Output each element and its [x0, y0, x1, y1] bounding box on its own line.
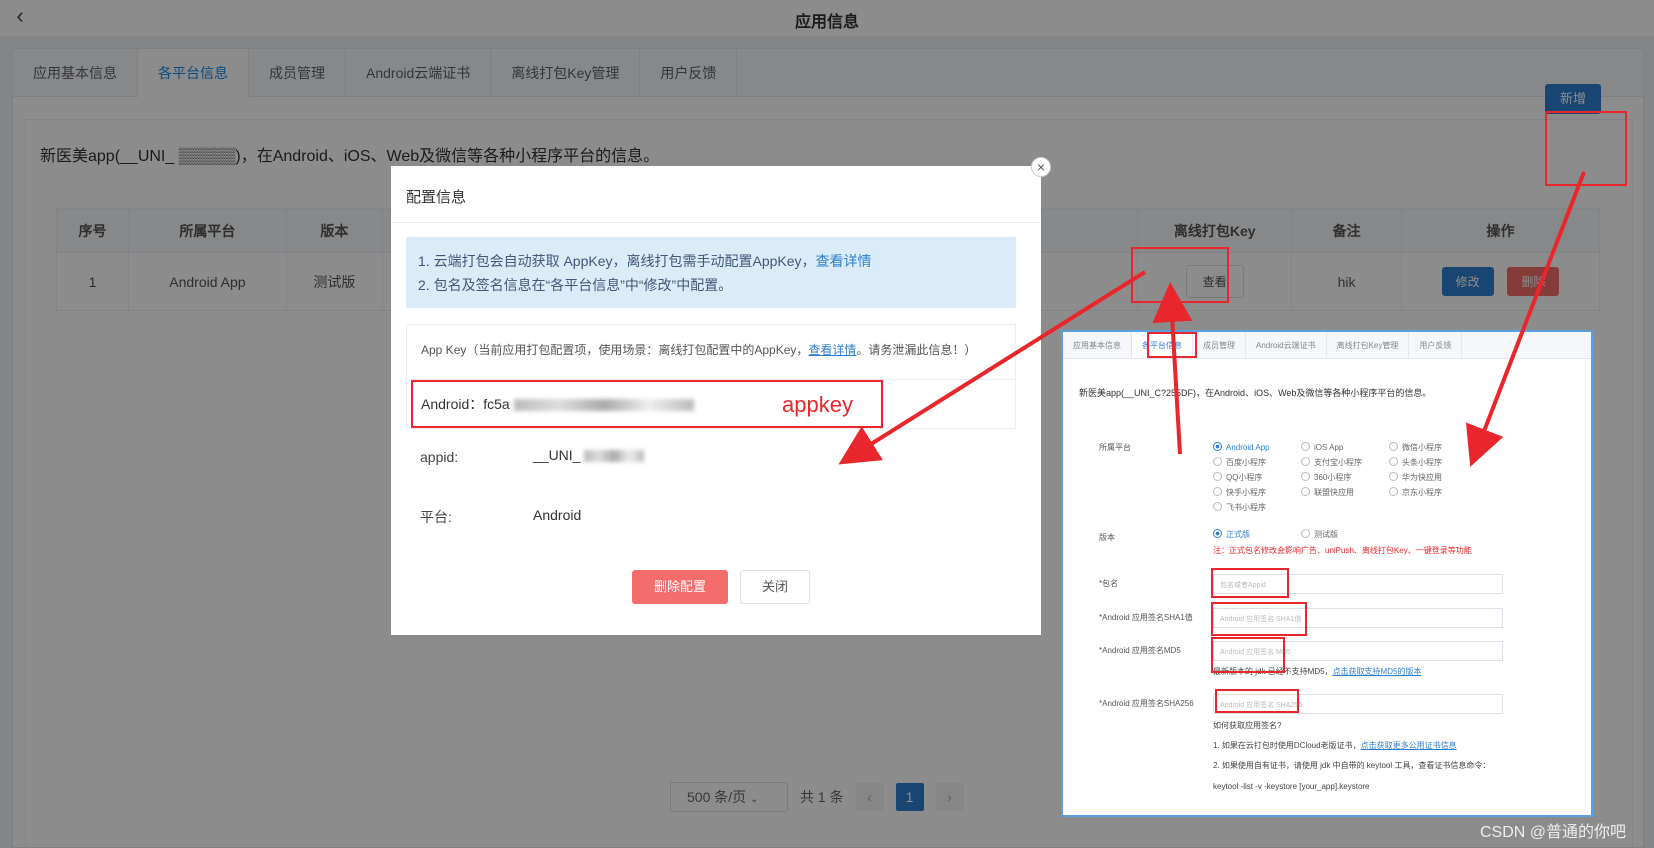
inset-md5-link: 点击获取支持MD5的版本	[1332, 667, 1422, 676]
inset-platform-option: 联盟快应用	[1301, 487, 1354, 498]
alert-detail-link[interactable]: 查看详情	[816, 253, 872, 269]
inset-how2: 2. 如果使用自有证书，请使用 jdk 中自带的 keytool 工具，查看证书…	[1213, 761, 1491, 770]
inset-tab: 成员管理	[1193, 332, 1246, 358]
close-button[interactable]: 关闭	[740, 570, 810, 604]
appid-value-row: __UNI_	[533, 447, 645, 463]
inset-sha1-label: *Android 应用签名SHA1值	[1099, 613, 1193, 622]
alert-line-1: 1. 云端打包会自动获取 AppKey，离线打包需手动配置AppKey，查看详情	[418, 249, 1004, 273]
inset-how3: keytool -list -v -keystore [your_app].ke…	[1213, 782, 1370, 791]
appkey-header: App Key（当前应用打包配置项，使用场景：离线打包配置中的AppKey，查看…	[407, 325, 1015, 374]
alert-line-2: 2. 包名及签名信息在“各平台信息”中“修改”中配置。	[418, 277, 733, 293]
appid-value: __UNI_	[533, 447, 581, 463]
inset-package-label: *包名	[1099, 579, 1119, 588]
inset-how1-row: 1. 如果在云打包时使用DCloud老版证书，点击获取更多公用证书信息	[1213, 740, 1457, 751]
inset-md5-label: *Android 应用签名MD5	[1099, 646, 1181, 655]
inset-platform-option: iOS App	[1301, 442, 1343, 452]
inset-platform-option: 头条小程序	[1389, 457, 1442, 468]
inset-how1: 1. 如果在云打包时使用DCloud老版证书，	[1213, 741, 1361, 750]
platform-value: Android	[533, 507, 582, 523]
inset-how-title: 如何获取应用签名?	[1213, 721, 1282, 730]
inset-platform-option: QQ小程序	[1213, 472, 1262, 483]
inset-platform-label: 所属平台	[1099, 443, 1131, 452]
inset-platform-option: 飞书小程序	[1213, 502, 1266, 513]
inset-highlight-sha1	[1211, 602, 1307, 636]
inset-tab: Android云端证书	[1246, 332, 1327, 358]
appkey-header-tail: 。请务泄漏此信息！）	[856, 343, 977, 357]
inset-platform-option: 快手小程序	[1213, 487, 1266, 498]
inset-platform-option: 京东小程序	[1389, 487, 1442, 498]
inset-platform-option: 微信小程序	[1389, 442, 1442, 453]
appid-label: appid:	[420, 449, 459, 465]
inset-how1-link: 点击获取更多公用证书信息	[1360, 741, 1457, 750]
appkey-detail-link[interactable]: 查看详情	[808, 343, 856, 357]
inset-description: 新医美app(__UNI_C?255DF)，在Android、iOS、Web及微…	[1079, 388, 1432, 398]
close-icon[interactable]: ×	[1031, 157, 1051, 177]
blurred-appid	[584, 450, 645, 463]
inset-version-option: 正式版	[1213, 529, 1250, 540]
appkey-annotation: appkey	[782, 392, 853, 417]
inset-tab: 用户反馈	[1409, 332, 1463, 358]
highlight-view-button	[1131, 247, 1229, 303]
inset-version-option: 测试版	[1301, 529, 1338, 540]
delete-config-button[interactable]: 删除配置	[632, 570, 728, 604]
inset-platform-option: 支付宝小程序	[1301, 457, 1362, 468]
info-alert: 1. 云端打包会自动获取 AppKey，离线打包需手动配置AppKey，查看详情…	[406, 237, 1016, 308]
inset-highlight-tab	[1147, 332, 1197, 358]
inset-tab: 应用基本信息	[1063, 332, 1132, 358]
inset-highlight-package	[1211, 568, 1289, 598]
watermark: CSDN @普通的你吧	[1480, 824, 1627, 841]
inset-version-label: 版本	[1099, 533, 1115, 542]
appkey-header-text: App Key（当前应用打包配置项，使用场景：离线打包配置中的AppKey，	[421, 343, 809, 357]
inset-platform-option: 360小程序	[1301, 472, 1351, 483]
inset-tab-bar: 应用基本信息 各平台信息 成员管理 Android云端证书 离线打包Key管理 …	[1063, 332, 1591, 359]
divider	[391, 222, 1041, 223]
inset-platform-option: Android App	[1213, 442, 1270, 452]
inset-platform-option: 百度小程序	[1213, 457, 1266, 468]
inset-version-note: 注：正式包名修改会影响广告、uniPush、离线打包Key、一键登录等功能	[1213, 546, 1472, 555]
inset-sha256-label: *Android 应用签名SHA256	[1099, 699, 1194, 708]
platform-label: 平台:	[420, 509, 452, 525]
inset-platform-option: 华为快应用	[1389, 472, 1442, 483]
alert-line-1-text: 1. 云端打包会自动获取 AppKey，离线打包需手动配置AppKey，	[418, 253, 816, 269]
highlight-add-button	[1545, 111, 1627, 186]
inset-highlight-sha256	[1215, 689, 1299, 713]
inset-tab: 离线打包Key管理	[1327, 332, 1410, 358]
inset-highlight-md5	[1211, 637, 1285, 673]
modal-title: 配置信息	[406, 189, 467, 206]
inset-screenshot: 应用基本信息 各平台信息 成员管理 Android云端证书 离线打包Key管理 …	[1061, 330, 1593, 817]
